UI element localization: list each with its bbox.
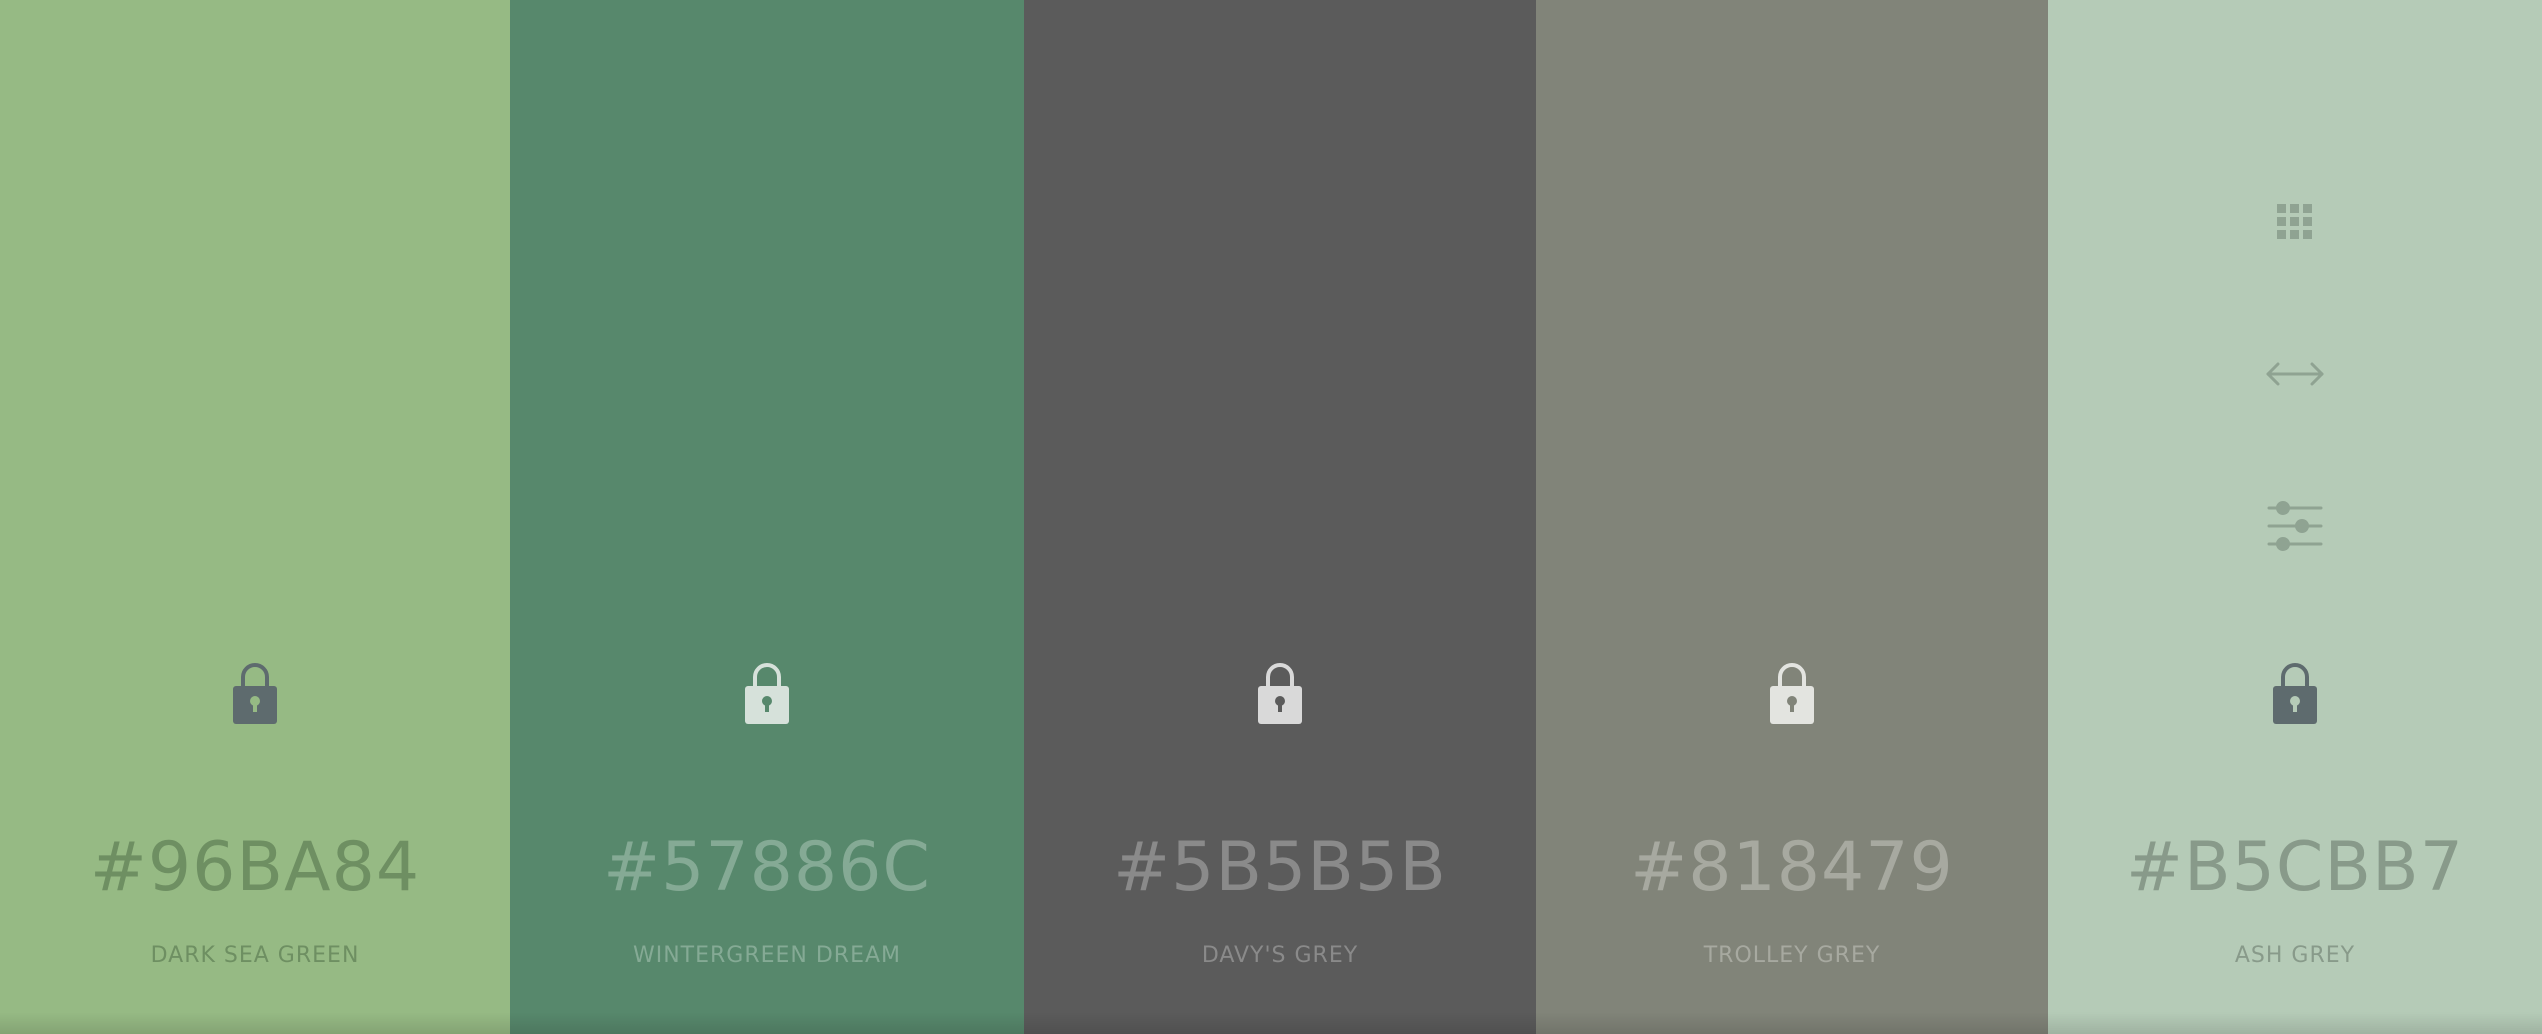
- color-palette: #96BA84 DARK SEA GREEN #57886C WINTERGRE…: [0, 0, 2542, 1034]
- color-name[interactable]: WINTERGREEN DREAM: [510, 942, 1024, 970]
- swatch-bottom-shade: [0, 1012, 510, 1034]
- color-name[interactable]: DAVY'S GREY: [1024, 942, 1536, 970]
- arrows-horizontal-icon[interactable]: [2265, 344, 2325, 404]
- lock-icon[interactable]: [742, 660, 792, 726]
- lock-icon[interactable]: [1255, 660, 1305, 726]
- swatch-wintergreen-dream[interactable]: #57886C WINTERGREEN DREAM: [510, 0, 1024, 1034]
- swatch-bottom-shade: [1536, 1012, 2048, 1034]
- hex-code[interactable]: #5B5B5B: [1024, 828, 1536, 908]
- color-name[interactable]: DARK SEA GREEN: [0, 942, 510, 970]
- swatch-bottom-shade: [510, 1012, 1024, 1034]
- lock-icon[interactable]: [2270, 660, 2320, 726]
- lock-icon[interactable]: [230, 660, 280, 726]
- hex-code[interactable]: #818479: [1536, 828, 2048, 908]
- color-name[interactable]: ASH GREY: [2048, 942, 2542, 970]
- lock-icon[interactable]: [1767, 660, 1817, 726]
- hex-code[interactable]: #B5CBB7: [2048, 828, 2542, 908]
- hex-code[interactable]: #96BA84: [0, 828, 510, 908]
- sliders-icon[interactable]: [2265, 496, 2325, 556]
- grid-icon[interactable]: [2265, 192, 2325, 252]
- swatch-trolley-grey[interactable]: #818479 TROLLEY GREY: [1536, 0, 2048, 1034]
- color-name[interactable]: TROLLEY GREY: [1536, 942, 2048, 970]
- swatch-davys-grey[interactable]: #5B5B5B DAVY'S GREY: [1024, 0, 1536, 1034]
- swatch-bottom-shade: [1024, 1012, 1536, 1034]
- hex-code[interactable]: #57886C: [510, 828, 1024, 908]
- swatch-ash-grey[interactable]: #B5CBB7 ASH GREY: [2048, 0, 2542, 1034]
- swatch-dark-sea-green[interactable]: #96BA84 DARK SEA GREEN: [0, 0, 510, 1034]
- swatch-bottom-shade: [2048, 1012, 2542, 1034]
